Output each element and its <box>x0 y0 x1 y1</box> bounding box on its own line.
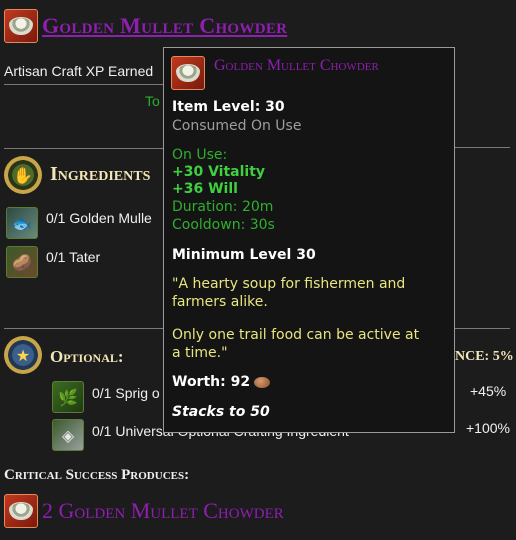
divider <box>4 84 164 85</box>
partial-green-text: To <box>145 93 160 109</box>
critical-item-icon <box>4 494 38 528</box>
item-tooltip: Golden Mullet Chowder Item Level: 30 Con… <box>163 47 455 433</box>
consumed-on-use: Consumed On Use <box>172 118 302 134</box>
minimum-level: Minimum Level 30 <box>172 247 316 263</box>
fish-icon: 🐟 <box>6 207 38 239</box>
ingredient-item: 0/1 Tater <box>46 249 101 265</box>
duration: Duration: 20m <box>172 199 274 215</box>
cooldown: Cooldown: 30s <box>172 217 275 233</box>
critical-result[interactable]: 2 Golden Mullet Chowder <box>42 498 284 524</box>
xp-label: Artisan Craft XP Earned <box>4 63 154 79</box>
tooltip-item-icon <box>171 56 205 90</box>
divider <box>455 328 510 329</box>
bowl-icon <box>9 502 33 520</box>
flavor-text: "A hearty soup for fishermen and <box>172 276 406 292</box>
on-use-label: On Use: <box>172 147 228 163</box>
bonus-100: +100% <box>466 420 510 436</box>
ingredient-icon: ◈ <box>52 419 84 451</box>
herb-icon: 🌿 <box>52 381 84 413</box>
worth-text: Worth: 92 <box>172 374 251 390</box>
tooltip-title: Golden Mullet Chowder <box>214 57 379 74</box>
ingredient-item: 0/1 Golden Mulle <box>46 210 152 226</box>
flavor-text: farmers alike. <box>172 294 268 310</box>
bonus-45: +45% <box>470 383 507 399</box>
ingredients-icon: ✋ <box>4 156 42 194</box>
item-level: Item Level: 30 <box>172 99 285 115</box>
stack-size: Stacks to 50 <box>172 404 270 420</box>
optional-heading: Optional: <box>50 347 124 366</box>
item-icon <box>4 9 38 43</box>
potato-icon: 🥔 <box>6 246 38 278</box>
bowl-icon <box>9 17 33 35</box>
divider <box>455 147 510 148</box>
vitality-bonus: +30 Vitality <box>172 164 266 180</box>
divider <box>4 148 164 149</box>
worth: Worth: 92 <box>172 374 271 390</box>
item-title-link[interactable]: Golden Mullet Chowder <box>42 13 287 39</box>
critical-heading: Critical Success Produces: <box>4 467 190 483</box>
will-bonus: +36 Will <box>172 181 238 197</box>
copper-coin-icon <box>254 376 271 388</box>
optional-icon: ★ <box>4 336 42 374</box>
bowl-icon <box>176 64 200 82</box>
ingredients-heading: Ingredients <box>50 163 151 185</box>
flavor-text: a time." <box>172 345 228 361</box>
flavor-text: Only one trail food can be active at <box>172 327 420 343</box>
optional-item: 0/1 Sprig o <box>92 385 160 401</box>
divider <box>4 328 164 329</box>
success-chance: NCE: 5% <box>455 349 514 364</box>
